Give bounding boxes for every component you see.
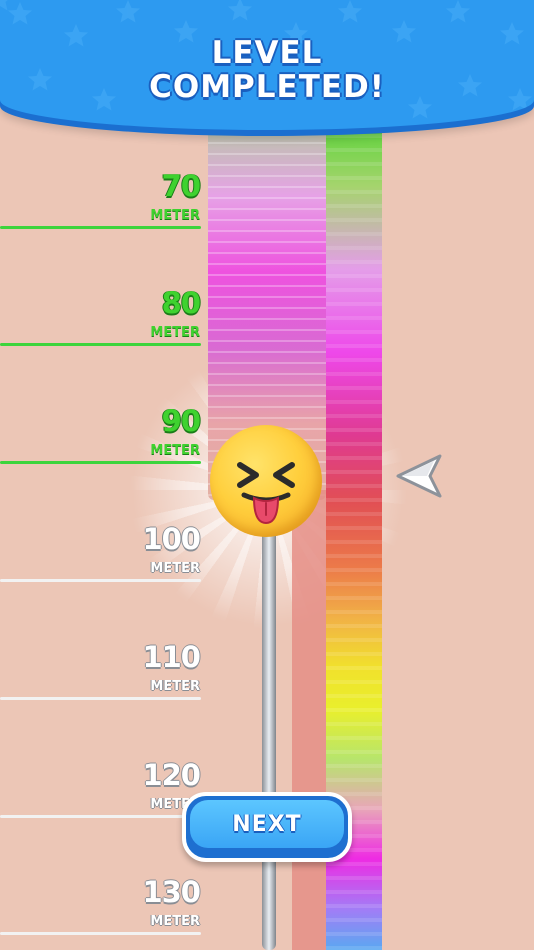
meter-line: [0, 343, 201, 346]
tongue-out-squinting-face-icon: [210, 425, 322, 537]
title-line-2: COMPLETED!: [149, 69, 385, 105]
meter-marker-120: 120 METER: [0, 759, 210, 829]
next-button[interactable]: NEXT: [182, 792, 352, 862]
meter-value: 110: [142, 640, 201, 674]
level-complete-banner: LEVEL COMPLETED!: [0, 0, 534, 130]
next-button-label: NEXT: [232, 812, 302, 837]
meter-line: [0, 697, 201, 700]
meter-value: 120: [142, 758, 201, 792]
tower-shadow-band: [292, 490, 326, 950]
title-line-1: LEVEL: [211, 35, 323, 71]
meter-unit: METER: [150, 561, 200, 576]
meter-unit: METER: [150, 208, 200, 223]
meter-marker-130: 130 METER: [0, 876, 210, 946]
meter-line: [0, 461, 201, 464]
meter-marker-70: 70 METER: [0, 170, 210, 240]
meter-line: [0, 226, 201, 229]
meter-line: [0, 932, 201, 935]
meter-marker-110: 110 METER: [0, 641, 210, 711]
game-scene: 70 METER 80 METER 90 METER 100 METER 110…: [0, 0, 534, 950]
meter-value: 100: [142, 522, 201, 556]
meter-unit: METER: [150, 443, 200, 458]
tower-pole: [262, 500, 276, 950]
meter-marker-100: 100 METER: [0, 523, 210, 593]
meter-line: [0, 579, 201, 582]
meter-value: 80: [161, 286, 201, 320]
meter-value: 130: [142, 875, 201, 909]
meter-value: 70: [161, 169, 201, 203]
meter-unit: METER: [150, 325, 200, 340]
meter-value: 90: [161, 404, 201, 438]
meter-unit: METER: [150, 679, 200, 694]
meter-line: [0, 815, 201, 818]
meter-marker-90: 90 METER: [0, 405, 210, 475]
page-title: LEVEL COMPLETED!: [0, 36, 534, 104]
left-arrow-pointer-icon: [394, 450, 446, 502]
meter-unit: METER: [150, 914, 200, 929]
meter-marker-80: 80 METER: [0, 287, 210, 357]
